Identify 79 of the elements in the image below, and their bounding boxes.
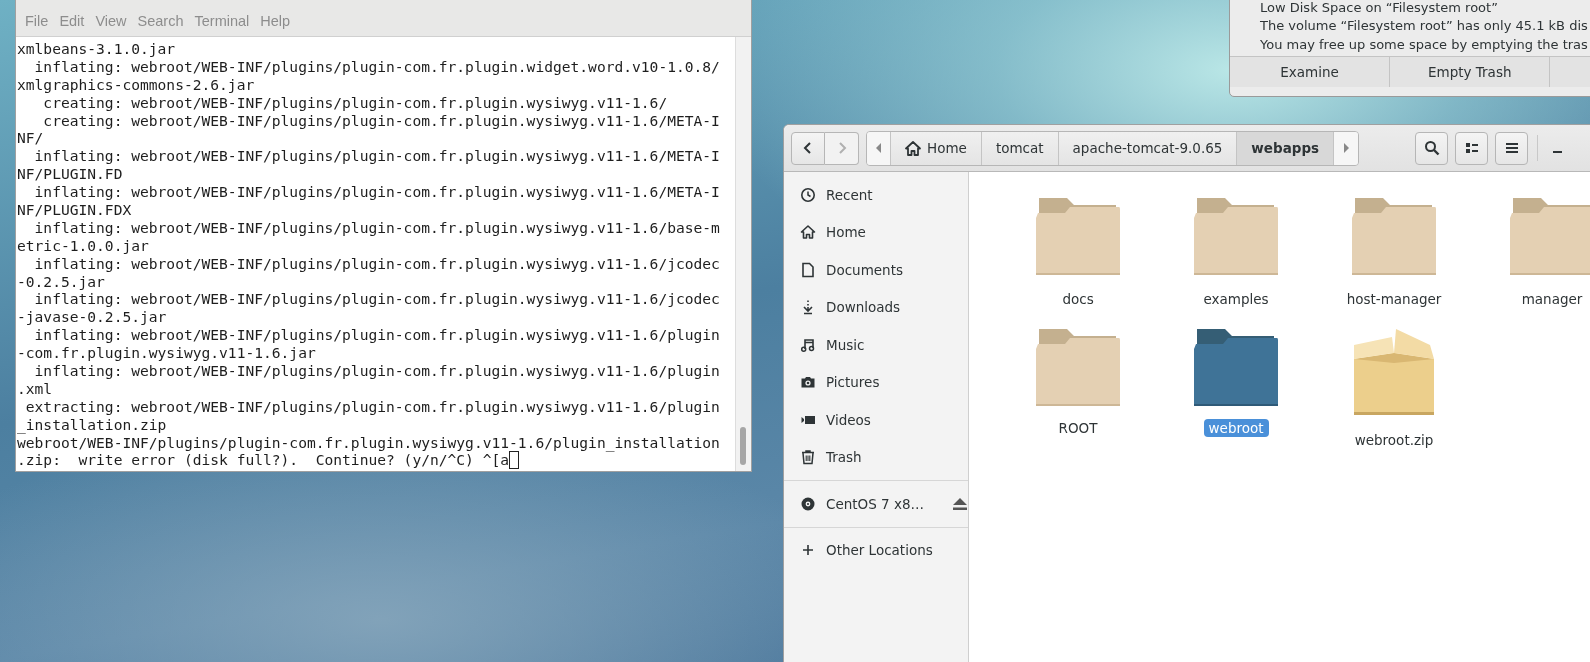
scroll-left-button[interactable]: [867, 131, 891, 165]
sidebar-item[interactable]: Documents: [784, 251, 969, 289]
terminal-line: NF/PLUGIN.FD: [17, 165, 123, 184]
sidebar-item[interactable]: Music: [784, 326, 969, 364]
terminal-line: etric-1.0.0.jar: [17, 236, 149, 255]
text-cursor: [509, 451, 520, 470]
notification-text: You may free up some space by emptying the tras: [1259, 36, 1589, 54]
path-crumb[interactable]: Home: [891, 131, 982, 165]
notification-button[interactable]: Empty Trash: [1390, 57, 1551, 87]
terminal-line: inflating: webroot/WEB-INF/plugins/plugin-com.fr.plugin.wysiwyg.v11-1.6/plugin: [33, 326, 720, 345]
notification-text: The volume “Filesystem root” has only 45.1 kB dis: [1259, 17, 1589, 35]
disc-icon: [800, 495, 816, 512]
notification-title: Low Disk Space on “Filesystem root”: [1259, 0, 1499, 16]
menu-button[interactable]: [1495, 131, 1528, 165]
folder-entry[interactable]: docs: [999, 190, 1158, 318]
downloads-icon: [800, 299, 816, 316]
terminal-line: xmlgraphics-commons-2.6.jar: [17, 75, 255, 94]
terminal-line: .zip: write error (disk full?). Continue? (y/n/^C) ^[a: [17, 451, 510, 470]
sidebar-item[interactable]: Trash: [784, 438, 969, 476]
back-button[interactable]: [791, 131, 825, 165]
terminal-line: creating: webroot/WEB-INF/plugins/plugin-com.fr.plugin.wysiwyg.v11-1.6/: [42, 93, 668, 112]
terminal-line: inflating: webroot/WEB-INF/plugins/plugin-com.fr.plugin.wysiwyg.v11-1.6/plugin: [33, 362, 720, 380]
terminal-line: -0.2.5.jar: [17, 272, 105, 291]
folder-entry[interactable]: ROOT: [999, 321, 1158, 449]
terminal-line: -com.fr.plugin.wysiwyg.v11-1.6.jar: [17, 344, 316, 363]
sidebar-item[interactable]: Recent: [784, 176, 969, 214]
sidebar-item[interactable]: Videos: [784, 401, 969, 439]
path-crumb[interactable]: tomcat: [981, 131, 1059, 165]
file-name: docs: [1061, 290, 1095, 308]
search-icon: [1423, 140, 1440, 156]
folder-entry[interactable]: host-manager: [1315, 190, 1474, 318]
path-crumb[interactable]: webapps: [1237, 131, 1335, 165]
scroll-right-button[interactable]: [1334, 131, 1359, 165]
file-name: webroot.zip: [1353, 431, 1435, 449]
terminal-line: creating: webroot/WEB-INF/plugins/plugin-com.fr.plugin.wysiwyg.v11-1.6/META-I: [42, 111, 720, 130]
home-icon: [905, 140, 921, 156]
trash-icon: [800, 449, 816, 466]
scrollbar[interactable]: [740, 427, 746, 465]
terminal-line: NF/PLUGIN.FDX: [17, 201, 132, 219]
pictures-icon: [800, 374, 816, 391]
list-view-icon: [1463, 141, 1480, 155]
terminal-line: _installation.zip: [17, 415, 167, 434]
terminal-line: inflating: webroot/WEB-INF/plugins/plugin-com.fr.plugin.wysiwyg.v11-1.6/jcodec: [33, 254, 720, 273]
folder-entry[interactable]: manager: [1473, 190, 1590, 318]
file-name: examples: [1202, 290, 1270, 308]
archive-entry[interactable]: webroot.zip: [1315, 321, 1474, 449]
terminal-line: inflating: webroot/WEB-INF/plugins/plugin-com.fr.plugin.widget.word.v10-1.0.8/: [33, 57, 720, 76]
folder-entry[interactable]: examples: [1157, 190, 1316, 318]
file-name: host-manager: [1345, 290, 1443, 308]
terminal-line: extracting: webroot/WEB-INF/plugins/plugin-com.fr.plugin.wysiwyg.v11-1.6/plugin: [24, 397, 720, 416]
search-button[interactable]: [1415, 131, 1448, 165]
terminal-line: inflating: webroot/WEB-INF/plugins/plugin-com.fr.plugin.wysiwyg.v11-1.6/META-I: [33, 183, 720, 202]
sidebar-item[interactable]: Pictures: [784, 363, 969, 401]
triangle-right-icon: [1342, 143, 1351, 153]
terminal-line: NF/: [17, 129, 44, 148]
notification-button[interactable]: Examine: [1230, 57, 1391, 87]
documents-icon: [800, 261, 816, 278]
view-options-button[interactable]: [1455, 131, 1488, 165]
terminal-line: xmlbeans-3.1.0.jar: [17, 40, 176, 58]
terminal-line: inflating: webroot/WEB-INF/plugins/plugin-com.fr.plugin.wysiwyg.v11-1.6/jcodec: [33, 290, 720, 309]
terminal-line: inflating: webroot/WEB-INF/plugins/plugin-com.fr.plugin.wysiwyg.v11-1.6/base-m: [33, 218, 720, 237]
home-icon: [800, 224, 816, 241]
music-icon: [800, 336, 816, 353]
terminal-line: webroot/WEB-INF/plugins/plugin-com.fr.plugin.wysiwyg.v11-1.6/plugin_installation: [17, 433, 720, 452]
terminal-line: inflating: webroot/WEB-INF/plugins/plugin-com.fr.plugin.wysiwyg.v11-1.6/META-I: [33, 147, 720, 166]
minimize-button[interactable]: [1552, 150, 1564, 154]
eject-icon[interactable]: [952, 496, 969, 511]
sidebar-item[interactable]: CentOS 7 x8…: [784, 485, 969, 523]
terminal-line: .xml: [17, 379, 53, 398]
file-name: webroot: [1203, 419, 1269, 437]
terminal-line: -javase-0.2.5.jar: [17, 308, 167, 327]
menu-icon: [1504, 142, 1519, 154]
sidebar-item[interactable]: Other Locations: [784, 531, 969, 569]
sidebar-item[interactable]: Downloads: [784, 288, 969, 326]
file-name: ROOT: [1057, 419, 1099, 437]
sidebar-item[interactable]: Home: [784, 213, 969, 251]
file-name: manager: [1520, 290, 1584, 308]
triangle-left-icon: [874, 143, 883, 153]
path-crumb[interactable]: apache-tomcat-9.0.65: [1058, 131, 1238, 165]
